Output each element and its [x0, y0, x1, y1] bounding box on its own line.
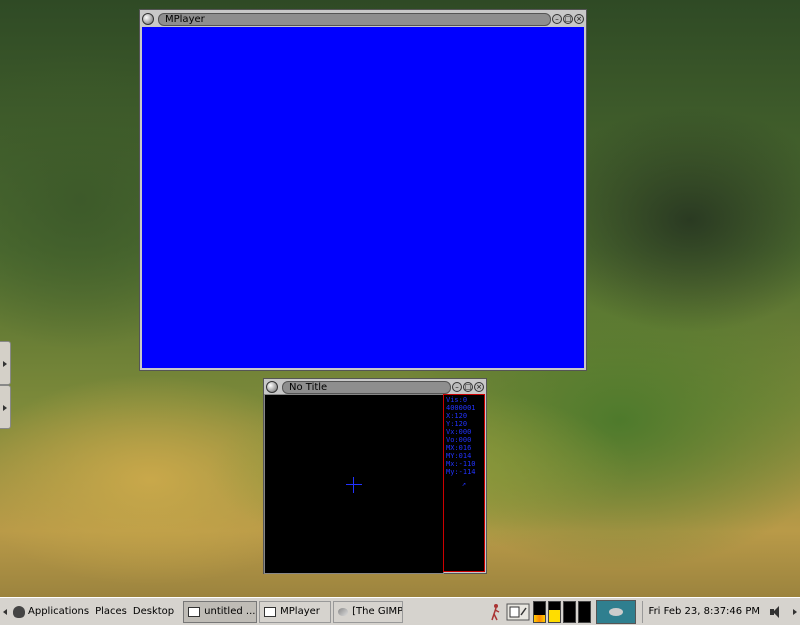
maximize-icon[interactable]: □ — [563, 14, 573, 24]
info-line: My:-114 — [446, 468, 476, 476]
close-icon[interactable]: × — [474, 382, 484, 392]
info-line: X:120 — [446, 412, 468, 420]
cpu-monitor[interactable] — [532, 600, 546, 623]
network-monitor[interactable] — [562, 600, 576, 623]
mplayer-window: MPlayer – □ × — [139, 9, 587, 371]
task-gimp[interactable]: [The GIMP] — [333, 600, 404, 623]
info-line: MY:014 — [446, 452, 472, 460]
mplayer-title: MPlayer — [158, 12, 551, 26]
window-icon — [264, 606, 277, 617]
applications-menu[interactable]: Applications — [10, 601, 92, 623]
info-line: Mx:-110 — [446, 460, 476, 468]
clock[interactable]: Fri Feb 23, 8:37:46 PM — [641, 600, 766, 623]
info-line: Vo:000 — [446, 436, 472, 444]
task-untitled[interactable]: untitled ... — [183, 600, 258, 623]
visualization-area[interactable] — [264, 394, 444, 574]
places-menu[interactable]: Places — [92, 601, 130, 623]
mplayer-titlebar[interactable]: MPlayer – □ × — [142, 12, 584, 26]
figure-icon[interactable] — [488, 601, 502, 623]
maximize-icon[interactable]: □ — [463, 382, 473, 392]
window-icon — [188, 606, 201, 617]
info-line: MX:016 — [446, 444, 472, 452]
panel-hide-right-button[interactable] — [790, 599, 800, 625]
gimp-icon — [338, 607, 349, 616]
window-menu-icon[interactable] — [142, 13, 154, 25]
minimize-icon[interactable]: – — [552, 14, 562, 24]
memory-monitor[interactable] — [547, 600, 561, 623]
no-title-title: No Title — [282, 380, 451, 394]
disk-monitor[interactable] — [577, 600, 591, 623]
info-line: Vx:000 — [446, 428, 472, 436]
close-icon[interactable]: × — [574, 14, 584, 24]
task-label: [The GIMP] — [352, 606, 404, 617]
arrow-icon: ↗ — [461, 480, 467, 488]
minimize-icon[interactable]: – — [452, 382, 462, 392]
task-label: untitled ... — [204, 606, 256, 617]
task-label: MPlayer — [280, 606, 320, 617]
mplayer-video-area[interactable] — [142, 27, 584, 368]
desktop-menu[interactable]: Desktop — [130, 601, 177, 623]
info-line: Vis:0 — [446, 396, 468, 404]
info-panel: Vis:0 4000001 X:120 Y:120 Vx:000 Vo:000 … — [443, 394, 485, 572]
window-menu-icon[interactable] — [266, 381, 278, 393]
no-title-window: No Title – □ × Vis:0 4000001 X:120 Y:120… — [263, 378, 487, 574]
crosshair-icon — [346, 477, 362, 493]
applications-menu-label: Applications — [28, 606, 90, 617]
gnome-foot-icon — [13, 605, 25, 618]
no-title-titlebar[interactable]: No Title – □ × — [266, 380, 484, 394]
volume-icon[interactable] — [770, 605, 786, 619]
info-line: Y:120 — [446, 420, 468, 428]
info-line: 4000001 — [446, 404, 476, 412]
left-drawer-tab-2[interactable] — [0, 385, 11, 429]
show-desktop-icon[interactable] — [506, 601, 530, 623]
panel-hide-left-button[interactable] — [0, 599, 10, 625]
task-mplayer[interactable]: MPlayer — [259, 600, 332, 623]
bottom-panel: Applications Places Desktop untitled ...… — [0, 597, 800, 625]
fish-applet-icon[interactable] — [595, 599, 636, 624]
left-drawer-tab-1[interactable] — [0, 341, 11, 385]
